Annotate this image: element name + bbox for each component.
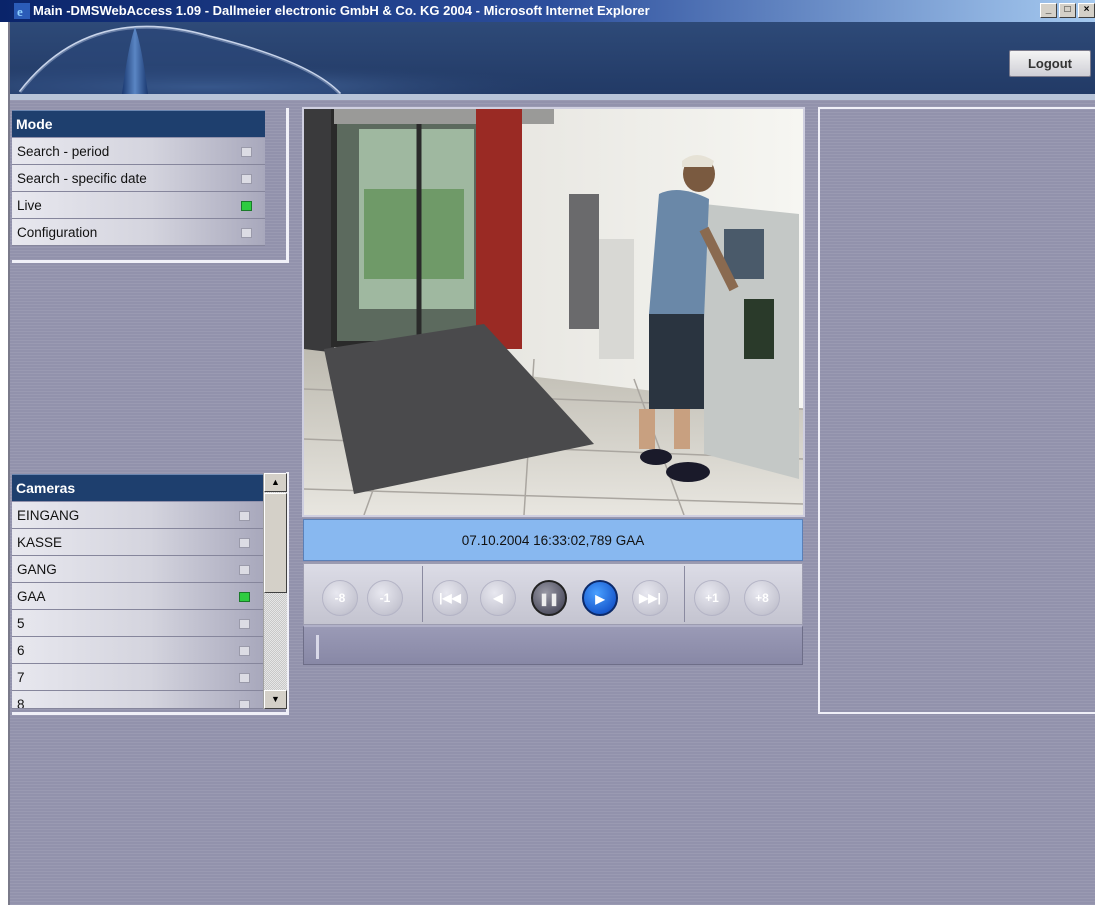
right-panel (818, 107, 1095, 714)
cameras-panel-title: Cameras (12, 474, 263, 501)
internet-explorer-icon: e (14, 3, 30, 19)
camera-item-label: GAA (17, 589, 46, 604)
svg-text:e: e (17, 4, 23, 19)
camera-item-gang[interactable]: GANG (12, 556, 263, 583)
skip-to-start-button[interactable]: |◀◀ (432, 580, 468, 616)
mode-item-search-specific-date[interactable]: Search - specific date (12, 165, 265, 192)
skip-to-end-button[interactable]: ▶▶| (632, 580, 668, 616)
mode-panel-title: Mode (12, 110, 265, 137)
playback-progress-bar[interactable] (303, 625, 803, 665)
play-button[interactable]: ▶ (582, 580, 618, 616)
mode-checkbox (241, 174, 252, 184)
forward-8-button[interactable]: +8 (744, 580, 780, 616)
previous-button[interactable]: ◀ (480, 580, 516, 616)
camera-checkbox (239, 673, 250, 683)
maximize-button[interactable]: □ (1059, 3, 1076, 18)
camera-video-frame (304, 109, 803, 515)
window-title: Main -DMSWebAccess 1.09 - Dallmeier elec… (33, 3, 650, 18)
mode-item-label: Configuration (17, 225, 98, 240)
mode-item-label: Live (17, 198, 42, 213)
camera-checkbox (239, 538, 250, 548)
forward-1-button[interactable]: +1 (694, 580, 730, 616)
camera-item-label: EINGANG (17, 508, 80, 523)
dallmeier-logo-graphic (10, 22, 1095, 94)
camera-item-8[interactable]: 8 (12, 691, 263, 709)
camera-item-kasse[interactable]: KASSE (12, 529, 263, 556)
window-left-border (0, 22, 10, 905)
control-separator (422, 566, 423, 622)
close-button[interactable]: × (1078, 3, 1095, 18)
camera-item-label: 8 (17, 697, 25, 709)
live-video-view[interactable] (302, 107, 805, 517)
camera-checkbox (239, 646, 250, 656)
mode-item-configuration[interactable]: Configuration (12, 219, 265, 246)
video-timestamp: 07.10.2004 16:33:02,789 GAA (303, 519, 803, 561)
camera-item-label: KASSE (17, 535, 63, 550)
logout-button[interactable]: Logout (1009, 50, 1091, 77)
camera-checkbox (239, 700, 250, 708)
mode-item-search-period[interactable]: Search - period (12, 138, 265, 165)
mode-item-label: Search - period (17, 144, 110, 159)
camera-item-gaa[interactable]: GAA (12, 583, 263, 610)
camera-item-label: 7 (17, 670, 25, 685)
mode-checkbox (241, 228, 252, 238)
camera-item-label: 5 (17, 616, 25, 631)
mode-item-live[interactable]: Live (12, 192, 265, 219)
camera-item-5[interactable]: 5 (12, 610, 263, 637)
header-banner (10, 22, 1095, 94)
camera-checkbox-selected (239, 592, 250, 602)
back-1-button[interactable]: -1 (367, 580, 403, 616)
app-window: e Main -DMSWebAccess 1.09 - Dallmeier el… (0, 0, 1095, 905)
mode-checkbox (241, 147, 252, 157)
pause-button[interactable]: ❚❚ (531, 580, 567, 616)
camera-checkbox (239, 511, 250, 521)
window-titlebar: e Main -DMSWebAccess 1.09 - Dallmeier el… (0, 0, 1095, 22)
camera-checkbox (239, 619, 250, 629)
control-separator (684, 566, 685, 622)
back-8-button[interactable]: -8 (322, 580, 358, 616)
camera-item-label: GANG (17, 562, 57, 577)
playback-controls: -8 -1 |◀◀ ◀ ❚❚ ▶ ▶▶| +1 +8 (303, 563, 803, 625)
camera-item-6[interactable]: 6 (12, 637, 263, 664)
cameras-scrollbar[interactable]: ▲ ▼ (263, 473, 287, 709)
scroll-up-button[interactable]: ▲ (264, 473, 287, 492)
mode-item-label: Search - specific date (17, 171, 147, 186)
mode-checkbox-selected (241, 201, 252, 211)
scroll-down-button[interactable]: ▼ (264, 690, 287, 709)
minimize-button[interactable]: _ (1040, 3, 1057, 18)
scroll-thumb[interactable] (264, 493, 287, 593)
camera-item-7[interactable]: 7 (12, 664, 263, 691)
camera-checkbox (239, 565, 250, 575)
camera-item-eingang[interactable]: EINGANG (12, 502, 263, 529)
camera-item-label: 6 (17, 643, 25, 658)
